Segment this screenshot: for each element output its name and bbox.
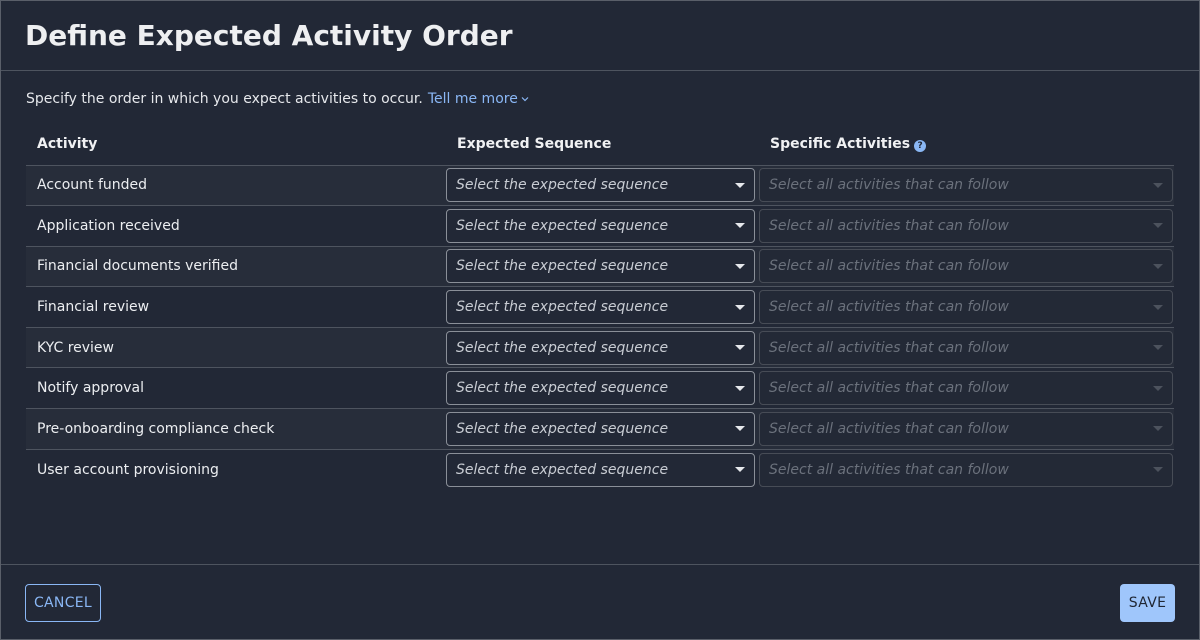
cancel-button[interactable]: CANCEL <box>25 584 101 622</box>
chevron-down-icon <box>521 97 529 102</box>
expected-sequence-placeholder: Select the expected sequence <box>456 177 669 194</box>
dialog-header: Define Expected Activity Order <box>1 1 1199 71</box>
help-icon[interactable]: ? <box>914 139 927 152</box>
save-button[interactable]: SAVE <box>1120 584 1175 622</box>
specific-activities-select[interactable]: Select all activities that can follow <box>759 371 1173 406</box>
specific-activities-placeholder: Select all activities that can follow <box>769 420 1009 437</box>
caret-down-icon <box>735 385 745 391</box>
expected-sequence-select[interactable]: Select the expected sequence <box>446 208 755 243</box>
table-row: Notify approval Select the expected seque… <box>26 367 1174 410</box>
specific-activities-select[interactable]: Select all activities that can follow <box>759 452 1173 487</box>
column-header-specific-activities-label: Specific Activities <box>770 135 911 152</box>
specific-activities-select[interactable]: Select all activities that can follow <box>759 290 1173 325</box>
caret-down-icon <box>735 223 745 229</box>
specific-activities-placeholder: Select all activities that can follow <box>769 258 1009 275</box>
caret-down-icon <box>735 263 745 269</box>
activity-name: User account provisioning <box>37 461 219 478</box>
caret-down-icon <box>1153 182 1163 188</box>
dialog-title: Define Expected Activity Order <box>25 19 513 52</box>
column-header-activity: Activity <box>26 123 446 166</box>
table-row: Pre-onboarding compliance check Select th… <box>26 408 1174 450</box>
expected-sequence-select[interactable]: Select the expected sequence <box>446 168 755 203</box>
caret-down-icon <box>1153 223 1163 229</box>
specific-activities-placeholder: Select all activities that can follow <box>769 217 1009 234</box>
expected-sequence-placeholder: Select the expected sequence <box>456 339 669 356</box>
expected-sequence-placeholder: Select the expected sequence <box>456 299 669 316</box>
expected-sequence-placeholder: Select the expected sequence <box>456 461 669 478</box>
table-row: Financial review Select the expected sequ… <box>26 286 1174 328</box>
table-header-row: Activity Expected Sequence Specific Acti… <box>26 123 1174 166</box>
specific-activities-select[interactable]: Select all activities that can follow <box>759 411 1173 446</box>
column-header-expected-sequence: Expected Sequence <box>446 123 759 166</box>
specific-activities-select[interactable]: Select all activities that can follow <box>759 168 1173 203</box>
specific-activities-select[interactable]: Select all activities that can follow <box>759 249 1173 284</box>
dialog-body: Specify the order in which you expect ac… <box>1 91 1199 490</box>
caret-down-icon <box>1153 304 1163 310</box>
specific-activities-select[interactable]: Select all activities that can follow <box>759 208 1173 243</box>
activity-name: Financial review <box>26 286 446 328</box>
activity-name: Pre-onboarding compliance check <box>26 408 446 450</box>
activity-name: Application received <box>26 205 446 247</box>
expected-sequence-placeholder: Select the expected sequence <box>456 258 669 275</box>
dialog-footer: CANCEL SAVE <box>1 564 1199 639</box>
expected-sequence-select[interactable]: Select the expected sequence <box>446 452 755 487</box>
expected-sequence-placeholder: Select the expected sequence <box>456 217 669 234</box>
specific-activities-placeholder: Select all activities that can follow <box>769 299 1009 316</box>
caret-down-icon <box>1153 426 1163 432</box>
caret-down-icon <box>735 426 745 432</box>
table-row: Application received Select the expected … <box>26 205 1174 247</box>
caret-down-icon <box>1153 385 1163 391</box>
activity-name: Account funded <box>26 165 446 207</box>
specific-activities-placeholder: Select all activities that can follow <box>769 380 1009 397</box>
expected-sequence-placeholder: Select the expected sequence <box>456 420 669 437</box>
expected-sequence-select[interactable]: Select the expected sequence <box>446 249 755 284</box>
activity-name: Notify approval <box>26 367 446 410</box>
specific-activities-select[interactable]: Select all activities that can follow <box>759 330 1173 365</box>
expected-sequence-placeholder: Select the expected sequence <box>456 380 669 397</box>
caret-down-icon <box>735 467 745 473</box>
activity-name: KYC review <box>26 327 446 369</box>
tell-me-more-link[interactable]: Tell me more <box>428 91 529 107</box>
description: Specify the order in which you expect ac… <box>26 91 1174 107</box>
table-row: Financial documents verified Select the e… <box>26 246 1174 288</box>
activity-name: Financial documents verified <box>26 246 446 288</box>
caret-down-icon <box>1153 467 1163 473</box>
expected-sequence-select[interactable]: Select the expected sequence <box>446 371 755 406</box>
specific-activities-placeholder: Select all activities that can follow <box>769 461 1009 478</box>
define-activity-order-dialog: Define Expected Activity Order Specify t… <box>0 0 1200 640</box>
table-row: Account funded Select the expected sequen… <box>26 165 1174 207</box>
caret-down-icon <box>735 182 745 188</box>
caret-down-icon <box>1153 263 1163 269</box>
caret-down-icon <box>735 345 745 351</box>
caret-down-icon <box>1153 345 1163 351</box>
table-row: KYC review Select the expected sequence Se… <box>26 327 1174 369</box>
specific-activities-placeholder: Select all activities that can follow <box>769 339 1009 356</box>
caret-down-icon <box>735 304 745 310</box>
description-text: Specify the order in which you expect ac… <box>26 91 423 107</box>
expected-sequence-select[interactable]: Select the expected sequence <box>446 290 755 325</box>
column-header-specific-activities: Specific Activities? <box>759 123 1174 166</box>
expected-sequence-select[interactable]: Select the expected sequence <box>446 330 755 365</box>
tell-me-more-label: Tell me more <box>427 91 518 107</box>
specific-activities-placeholder: Select all activities that can follow <box>769 177 1009 194</box>
expected-sequence-select[interactable]: Select the expected sequence <box>446 411 755 446</box>
table-row: User account provisioning Select the expe… <box>26 449 1174 490</box>
activity-order-table: Activity Expected Sequence Specific Acti… <box>26 123 1174 490</box>
